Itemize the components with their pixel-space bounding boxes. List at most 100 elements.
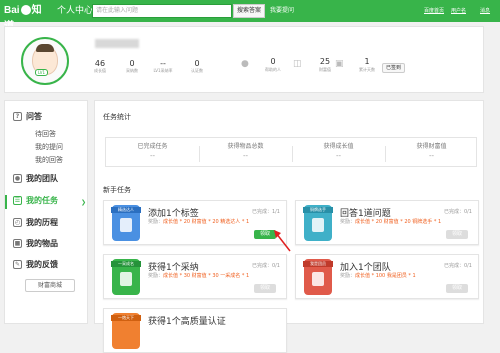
stat-label: 帮助的人 [265, 67, 281, 72]
task-card-add-tag: 精选达人 添加1个标签 已完成：1/1 奖励：成长值 * 20 财富值 * 20… [103, 200, 287, 245]
sidebar-sub-my-answers[interactable]: 我的回答 [35, 155, 63, 165]
items-icon: ■ [13, 239, 22, 248]
stat-certified: 0 认证数 [182, 59, 212, 74]
fortune-mall-button[interactable]: 财富商城 [25, 279, 75, 292]
stat-label: 成长值 [94, 68, 106, 73]
badge-icon: 精选达人 [111, 205, 141, 241]
baidu-zhidao-logo[interactable]: Bai知道 [4, 3, 48, 32]
task-stats-title: 任务统计 [103, 113, 131, 121]
claim-button[interactable]: 领取 [446, 284, 468, 293]
claim-button[interactable]: 领取 [254, 284, 276, 293]
person-icon: ● [241, 59, 249, 69]
badge-glyph-icon [312, 272, 324, 286]
stat-adopted: 0 采纳数 [117, 59, 147, 74]
stat-adopt-rate: -- LV1采纳率 [148, 59, 178, 74]
feedback-icon: ✎ [13, 260, 22, 269]
task-title: 获得1个采纳 [148, 263, 199, 273]
task-stat-label: 获得财富值 [416, 143, 447, 150]
stat-label: 认证数 [191, 68, 203, 73]
badge-icon: 铜牌选手 [303, 205, 333, 241]
task-stat-label: 获得物品总数 [227, 143, 264, 150]
signed-in-button[interactable]: 已签到 [382, 63, 405, 73]
task-stat-label: 获得成长值 [323, 143, 354, 150]
badge-tag: 精选达人 [111, 207, 141, 213]
history-icon: ◴ [13, 218, 22, 227]
sidebar-sub-pending[interactable]: 待回答 [35, 129, 56, 139]
task-card-join-team: 我是团员 加入1个团队 已完成：0/1 奖励：成长值 * 100 我是团员 * … [295, 254, 479, 299]
ask-question-link[interactable]: 我要提问 [270, 5, 294, 14]
search-input[interactable]: 请在此输入问题 [92, 4, 232, 18]
task-stat: 获得财富值 -- [385, 142, 478, 161]
username-blurred [95, 39, 139, 48]
sidebar-item-qa[interactable]: ? 问答 [13, 111, 42, 122]
stat-value: -- [160, 59, 166, 68]
username-link[interactable]: 用户名 [451, 7, 466, 14]
sidebar: ? 问答 待回答 我的提问 我的回答 ● 我的团队 ☰ 我的任务 ❯ ◴ 我的历程 ■ 我… [4, 100, 88, 324]
task-reward: 奖励：成长值 * 100 我是团员 * 1 [340, 273, 444, 280]
paw-icon [20, 5, 31, 16]
stat-growth: 46 成长值 [85, 59, 115, 74]
task-stat: 获得成长值 -- [292, 142, 385, 161]
sidebar-item-label: 我的物品 [26, 239, 58, 248]
reward-prefix: 奖励： [340, 273, 356, 279]
stat-value: 0 [270, 57, 276, 66]
badge-icon: 一采成名 [111, 259, 141, 295]
task-progress: 已完成：0/1 [443, 263, 472, 269]
nav-personal-center[interactable]: 个人中心 [57, 4, 93, 18]
stat-label: 采纳数 [126, 68, 138, 73]
sidebar-item-label: 我的团队 [26, 174, 58, 183]
task-reward: 奖励：成长值 * 20 财富值 * 20 铜牌选手 * 1 [340, 219, 444, 226]
stat-label: 累计天数 [359, 67, 375, 72]
annotation-arrow-icon [274, 230, 291, 252]
messages-link[interactable]: 消息 [480, 7, 490, 14]
logo-text: Bai [4, 5, 20, 16]
badge-tag: 一炮天下 [111, 315, 141, 321]
reward-prefix: 奖励： [340, 219, 356, 225]
profile-panel: LV1 46 成长值 0 采纳数 -- LV1采纳率 0 认证数 ● 0 帮助的… [4, 26, 484, 93]
task-card-answer-question: 铜牌选手 回答1道问题 已完成：0/1 奖励：成长值 * 20 财富值 * 20… [295, 200, 479, 245]
stat-label: LV1采纳率 [153, 68, 173, 73]
task-stat-value: -- [149, 152, 156, 160]
sidebar-item-tasks[interactable]: ☰ 我的任务 [13, 195, 58, 206]
badge-icon: 我是团员 [303, 259, 333, 295]
search-button[interactable]: 搜索答案 [233, 4, 265, 18]
sidebar-item-team[interactable]: ● 我的团队 [13, 173, 58, 184]
reward-prefix: 奖励： [148, 219, 164, 225]
reward-text: 成长值 * 20 财富值 * 20 精选达人 * 1 [163, 219, 250, 225]
stat-value: 46 [94, 59, 106, 68]
sidebar-item-history[interactable]: ◴ 我的历程 [13, 217, 58, 228]
wealth-icon: ◫ [293, 59, 302, 69]
sidebar-item-label: 我的任务 [26, 196, 58, 205]
task-stat: 已完成任务 -- [106, 142, 199, 161]
question-icon: ? [13, 112, 22, 121]
badge-glyph-icon [120, 272, 132, 286]
badge-tag: 我是团员 [303, 261, 333, 267]
task-stat-label: 已完成任务 [137, 143, 168, 150]
badge-tag: 一采成名 [111, 261, 141, 267]
badge-tag: 铜牌选手 [303, 207, 333, 213]
task-stat: 获得物品总数 -- [199, 142, 292, 161]
sidebar-item-feedback[interactable]: ✎ 我的反馈 [13, 259, 58, 270]
claim-button[interactable]: 领取 [446, 230, 468, 239]
reward-text: 成长值 * 30 财富值 * 30 一采成名 * 1 [163, 273, 250, 279]
sidebar-item-label: 我的历程 [26, 218, 58, 227]
sidebar-item-items[interactable]: ■ 我的物品 [13, 238, 58, 249]
baidu-home-link[interactable]: 百度首页 [424, 7, 444, 14]
task-progress: 已完成：0/1 [251, 263, 280, 269]
avatar[interactable] [21, 37, 69, 85]
team-icon: ● [13, 174, 22, 183]
task-title: 添加1个标签 [148, 209, 199, 219]
active-indicator [5, 195, 7, 209]
task-stat-value: -- [428, 152, 435, 160]
task-reward: 奖励：成长值 * 30 财富值 * 30 一采成名 * 1 [148, 273, 252, 280]
chevron-right-icon: ❯ [81, 199, 87, 206]
task-card-get-adopted: 一采成名 获得1个采纳 已完成：0/1 奖励：成长值 * 30 财富值 * 30… [103, 254, 287, 299]
task-icon: ☰ [13, 196, 22, 205]
task-title: 回答1道问题 [340, 209, 391, 219]
sidebar-sub-my-questions[interactable]: 我的提问 [35, 142, 63, 152]
task-progress: 已完成：0/1 [443, 209, 472, 215]
sidebar-item-label: 我的反馈 [26, 260, 58, 269]
badge-icon: 一炮天下 [111, 313, 141, 349]
task-card-quality-cert: 一炮天下 获得1个高质量认证 [103, 308, 287, 353]
task-title: 加入1个团队 [340, 263, 391, 273]
